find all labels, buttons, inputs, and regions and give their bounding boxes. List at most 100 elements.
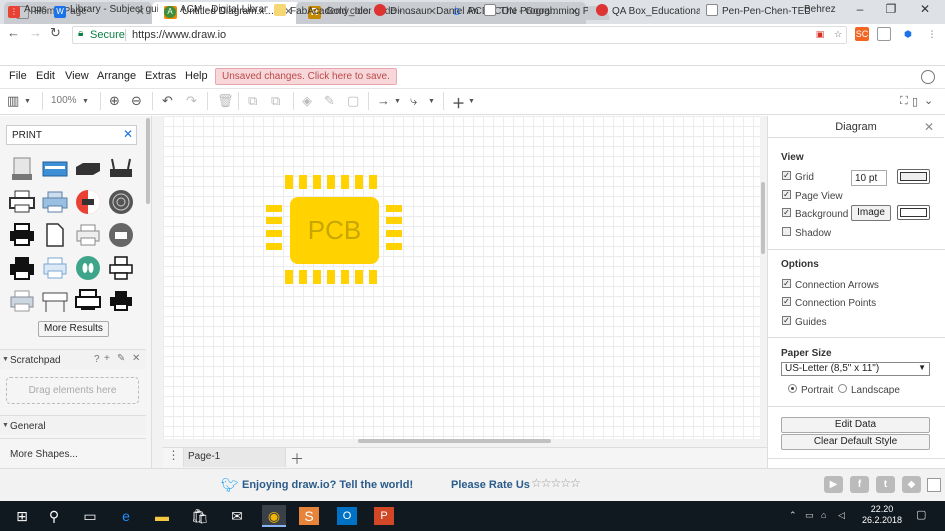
youtube-icon[interactable]: ▶ [824, 476, 843, 493]
more-shapes-link[interactable]: More Shapes... [10, 449, 78, 460]
search-icon[interactable]: ⚲ [42, 505, 66, 527]
tray-chevron-icon[interactable]: ⌃ [789, 510, 797, 521]
extension-sc-icon[interactable]: SC [855, 27, 869, 41]
router-shape-icon[interactable] [75, 156, 101, 182]
outlook-icon[interactable]: O [337, 507, 357, 525]
fingerprint-shape-icon[interactable] [108, 189, 134, 215]
facebook-icon[interactable]: f [850, 476, 869, 493]
battery-icon[interactable]: ▭ [805, 510, 814, 521]
vertical-scrollbar[interactable] [761, 182, 765, 254]
store-icon[interactable]: 🛍︎ [188, 505, 212, 527]
taskbar-clock[interactable]: 22.20 26.2.2018 [856, 504, 908, 526]
guides-checkbox[interactable]: ✓ [782, 316, 791, 325]
diagram-canvas[interactable] [163, 116, 760, 439]
scratchpad-header[interactable]: ▼ Scratchpad ? + ✎ ✕ [0, 349, 146, 369]
scratchpad-drop-zone[interactable]: Drag elements here [6, 377, 139, 404]
printer-outline-shape-icon[interactable] [108, 255, 134, 281]
menu-edit[interactable]: Edit [36, 70, 55, 82]
edge-browser-icon[interactable]: e [114, 505, 138, 527]
chevron-down-icon[interactable]: ▼ [394, 98, 401, 105]
printer-shape-icon[interactable] [42, 255, 68, 281]
to-back-icon[interactable]: ⧉ [271, 93, 280, 109]
printer-shape-icon[interactable] [42, 189, 68, 215]
share-prompt-link[interactable]: Enjoying draw.io? Tell the world! [242, 479, 413, 491]
background-color-button[interactable] [897, 205, 930, 220]
bookmark-pen-pen[interactable]: Pen-Pen-Chen-TED-E [706, 4, 810, 17]
minimize-icon[interactable]: – [845, 2, 875, 16]
plotter-shape-icon[interactable] [42, 288, 68, 314]
bookmark-star-icon[interactable]: ☆ [831, 27, 845, 41]
background-image-button[interactable]: Image [851, 205, 891, 221]
bookmark-library[interactable]: W Library - Subject guid [54, 4, 158, 18]
footprint-circle-shape-icon[interactable] [75, 255, 101, 281]
page-menu-icon[interactable]: ⋮ [164, 448, 184, 467]
chrome-taskbar-icon[interactable]: ◉ [262, 505, 286, 527]
paper-size-select[interactable]: US-Letter (8,5" x 11") ▼ [781, 362, 930, 376]
notifications-icon[interactable]: ▢ [916, 508, 926, 521]
file-explorer-icon[interactable]: ▬ [150, 505, 174, 527]
collapse-chevron-icon[interactable]: ⌄ [924, 94, 933, 107]
shapes-scrollbar[interactable] [146, 118, 150, 204]
sublime-text-icon[interactable]: S [299, 507, 319, 525]
github-icon[interactable]: ◆ [902, 476, 921, 493]
scanner-shape-icon[interactable] [42, 156, 68, 182]
volume-icon[interactable]: ◁ [838, 510, 845, 521]
waypoints-icon[interactable]: ⤷ [410, 93, 417, 109]
zoom-out-icon[interactable]: ⊖ [131, 93, 142, 109]
portrait-radio[interactable] [788, 384, 797, 393]
close-icon[interactable]: ✕ [132, 353, 140, 364]
bookmark-dinosaur[interactable]: Dinosaur- Daniel Am [374, 4, 478, 17]
printer-shape-icon[interactable] [9, 288, 35, 314]
clear-default-style-button[interactable]: Clear Default Style [781, 434, 930, 450]
chevron-down-icon[interactable]: ▼ [468, 98, 475, 105]
mail-icon[interactable]: ✉ [225, 505, 249, 527]
menu-view[interactable]: View [65, 70, 89, 82]
zoom-level[interactable]: 100% [51, 95, 77, 106]
restore-icon[interactable]: ❐ [876, 2, 906, 16]
shadow-icon[interactable]: ▢ [347, 93, 359, 109]
fullscreen-icon[interactable]: ⛶ [900, 95, 908, 108]
twitter-icon[interactable]: t [876, 476, 895, 493]
delete-icon[interactable]: 🗑︎ [217, 93, 234, 109]
document-shape-icon[interactable] [42, 222, 68, 248]
horizontal-scrollbar[interactable] [358, 439, 551, 443]
add-page-icon[interactable]: ＋ [290, 449, 304, 469]
page-view-checkbox[interactable]: ✓ [782, 190, 791, 199]
printer-shape-icon[interactable] [9, 255, 35, 281]
powerpoint-icon[interactable]: P [374, 507, 394, 525]
shadow-checkbox[interactable] [782, 227, 791, 236]
line-color-icon[interactable]: ✎ [324, 93, 335, 109]
bookmark-acm[interactable]: A ACM - Digital Library [164, 4, 268, 18]
more-results-button[interactable]: More Results [38, 321, 109, 337]
printer-shape-icon[interactable] [75, 222, 101, 248]
redo-icon[interactable]: ↷ [186, 93, 197, 109]
menu-help[interactable]: Help [185, 70, 208, 82]
connection-points-checkbox[interactable]: ✓ [782, 297, 791, 306]
printer-shape-icon[interactable] [9, 156, 35, 182]
extension-doc-icon[interactable] [877, 27, 891, 41]
format-panel-icon[interactable]: ▥ [7, 93, 19, 109]
popup-blocked-icon[interactable]: ▣ [813, 27, 827, 41]
task-view-icon[interactable]: ▭ [78, 505, 102, 527]
help-icon[interactable]: ? [94, 354, 100, 365]
edit-data-button[interactable]: Edit Data [781, 417, 930, 433]
background-checkbox[interactable]: ✓ [782, 208, 791, 217]
menu-file[interactable]: File [9, 70, 27, 82]
zoom-in-icon[interactable]: ⊕ [109, 93, 120, 109]
close-window-icon[interactable]: ✕ [910, 2, 940, 16]
forward-arrow-icon[interactable]: → [29, 25, 42, 40]
insert-plus-icon[interactable]: ＋ [452, 93, 465, 112]
close-icon[interactable]: ✕ [924, 120, 934, 134]
clear-search-icon[interactable]: ✕ [123, 127, 133, 141]
add-icon[interactable]: + [104, 353, 110, 364]
rating-stars[interactable]: ☆☆☆☆☆ [531, 476, 581, 490]
connection-icon[interactable]: → [377, 93, 390, 108]
to-front-icon[interactable]: ⧉ [248, 93, 257, 109]
printer-circle-shape-icon[interactable] [108, 222, 134, 248]
printer-shape-icon[interactable] [75, 288, 101, 314]
chevron-down-icon[interactable]: ▼ [24, 98, 31, 105]
globe-icon[interactable] [921, 70, 935, 84]
shape-search-input[interactable] [6, 125, 137, 145]
printer-shape-icon[interactable] [9, 222, 35, 248]
bookmark-apps[interactable]: ⋮ Apps [8, 4, 47, 18]
